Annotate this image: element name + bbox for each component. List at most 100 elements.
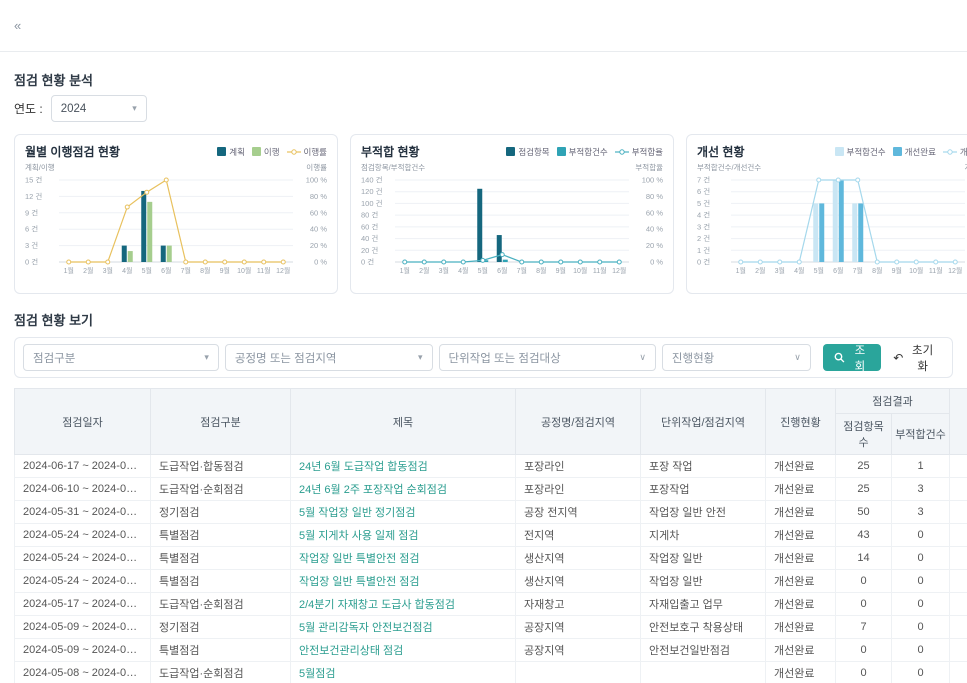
reset-button[interactable]: ↶ 초기화 [887,344,944,371]
svg-text:8월: 8월 [200,266,210,275]
legend-item[interactable]: 부적합건수 [557,146,608,158]
chart-plot: 부적합건수/개선건수개선이행률7 건6 건5 건4 건3 건2 건1 건0 건1… [697,162,967,284]
table-cell: 작업장 일반 [641,547,766,570]
inspection-title-link[interactable]: 작업장 일반 특별안전 점검 [299,553,420,565]
chart-title: 개선 현황 [697,143,745,160]
inspection-title-link[interactable]: 2/4분기 자재창고 도급사 합동점검 [299,599,455,611]
year-select-value: 2024 [61,103,87,115]
svg-text:100 %: 100 % [306,176,327,185]
year-select[interactable]: 2024 ▾ [51,95,147,122]
svg-text:0 %: 0 % [650,258,663,267]
inspection-title-link[interactable]: 5월점검 [299,668,335,680]
svg-text:7월: 7월 [181,266,191,275]
filter-process-region-select[interactable]: 공정명 또는 점검지역 ▾ [225,344,433,371]
chart-title: 월별 이행점검 현황 [25,143,120,160]
inspection-table: 점검일자점검구분제목공정명/점검지역단위작업/점검지역진행현황점검결과점검항목수… [14,388,967,683]
inspection-title-link[interactable]: 24년 6월 2주 포장작업 순회점검 [299,484,447,496]
column-header: 공정명/점검지역 [516,389,641,455]
svg-text:60 %: 60 % [646,208,663,217]
legend-line-icon [287,148,301,156]
legend-item[interactable]: 점검항목 [506,146,549,158]
svg-text:15 건: 15 건 [25,175,42,185]
chart-legend: 부적합건수 개선완료 개선이행률 [835,146,967,158]
column-group-header: 점검결과 [836,389,950,414]
table-cell: 0 [836,593,892,616]
table-cell: 24년 6월 2주 포장작업 순회점검 [291,478,516,501]
svg-text:4월: 4월 [794,266,804,275]
filter-bar: 점검구분 ▾ 공정명 또는 점검지역 ▾ 단위작업 또는 점검대상 ∨ 진행현황… [14,337,953,378]
table-cell: 정기점검 [151,616,291,639]
svg-text:80 %: 80 % [310,192,327,201]
table-cell: 0 [892,593,950,616]
table-cell [950,593,967,616]
search-button[interactable]: 조회 [823,344,881,371]
column-header: 제목 [291,389,516,455]
svg-text:0 %: 0 % [314,258,327,267]
table-cell: 도급작업·순회점검 [151,478,291,501]
svg-text:5월: 5월 [478,266,488,275]
legend-item[interactable]: 개선이행률 [943,146,967,158]
svg-text:20 %: 20 % [310,241,327,250]
table-cell: 0 [892,524,950,547]
table-cell: 2024-06-10 ~ 2024-06-10 [15,478,151,501]
svg-text:20 건: 20 건 [361,245,378,255]
table-cell: 안전보건관리상태 점검 [291,639,516,662]
table-cell: 2024-05-08 ~ 2024-05-08 [15,662,151,683]
filter-unit-target-select[interactable]: 단위작업 또는 점검대상 ∨ [439,344,656,371]
inspection-title-link[interactable]: 5월 관리감독자 안전보건점검 [299,622,433,634]
filter-progress-select[interactable]: 진행현황 ∨ [662,344,811,371]
legend-item[interactable]: 이행률 [287,146,327,158]
table-row: 2024-06-17 ~ 2024-06-17도급작업·합동점검24년 6월 도… [15,455,967,478]
table-cell: 공장지역 [516,639,641,662]
table-cell: 2/4분기 자재창고 도급사 합동점검 [291,593,516,616]
svg-text:1월: 1월 [64,266,74,275]
column-header: 점검일자 [15,389,151,455]
reset-icon: ↶ [893,351,903,365]
svg-text:20 %: 20 % [646,241,663,250]
table-cell [641,662,766,683]
svg-text:6 건: 6 건 [25,224,38,234]
svg-text:1월: 1월 [736,266,746,275]
table-cell: 43 [836,524,892,547]
table-cell: 2024-05-24 ~ 2024-05-24 [15,547,151,570]
table-cell [950,547,967,570]
svg-text:7월: 7월 [517,266,527,275]
inspection-title-link[interactable]: 작업장 일반 특별안전 점검 [299,576,420,588]
table-cell: 50 [836,501,892,524]
legend-swatch-icon [835,147,844,156]
inspection-title-link[interactable]: 5월 작업장 일반 정기점검 [299,507,416,519]
table-cell: 특별점검 [151,639,291,662]
svg-text:6 건: 6 건 [697,186,710,196]
inspection-title-link[interactable]: 5월 지게차 사용 일제 점검 [299,530,419,542]
legend-item[interactable]: 개선완료 [893,146,936,158]
table-cell: 2024-05-17 ~ 2024-05-17 [15,593,151,616]
filter-inspection-type-select[interactable]: 점검구분 ▾ [23,344,219,371]
collapse-sidebar-icon[interactable]: « [14,18,19,33]
table-cell: 작업장 일반 [641,570,766,593]
legend-item[interactable]: 계획 [217,146,245,158]
table-cell: 2024-05-31 ~ 2024-05-31 [15,501,151,524]
svg-text:9월: 9월 [556,266,566,275]
table-row: 2024-05-24 ~ 2024-05-24특별점검작업장 일반 특별안전 점… [15,570,967,593]
legend-swatch-icon [217,147,226,156]
column-subheader: 점검항목수 [836,414,892,455]
inspection-title-link[interactable]: 안전보건관리상태 점검 [299,645,403,657]
legend-label: 이행률 [304,146,327,158]
table-cell: 개선완료 [766,501,836,524]
legend-item[interactable]: 부적합율 [615,146,663,158]
legend-item[interactable]: 이행 [252,146,280,158]
column-header: 진행현황 [766,389,836,455]
table-cell: 도급작업·합동점검 [151,455,291,478]
table-cell: 5월점검 [291,662,516,683]
svg-text:9 건: 9 건 [25,207,38,217]
analysis-section-title: 점검 현황 분석 [14,70,953,89]
svg-text:0 건: 0 건 [361,257,374,267]
svg-text:11월: 11월 [593,266,607,275]
chart-legend: 계획 이행 이행률 [217,146,327,158]
inspection-title-link[interactable]: 24년 6월 도급작업 합동점검 [299,461,428,473]
table-cell: 개선완료 [766,593,836,616]
svg-text:2월: 2월 [83,266,93,275]
svg-text:11월: 11월 [929,266,943,275]
svg-text:60 %: 60 % [310,208,327,217]
legend-item[interactable]: 부적합건수 [835,146,886,158]
